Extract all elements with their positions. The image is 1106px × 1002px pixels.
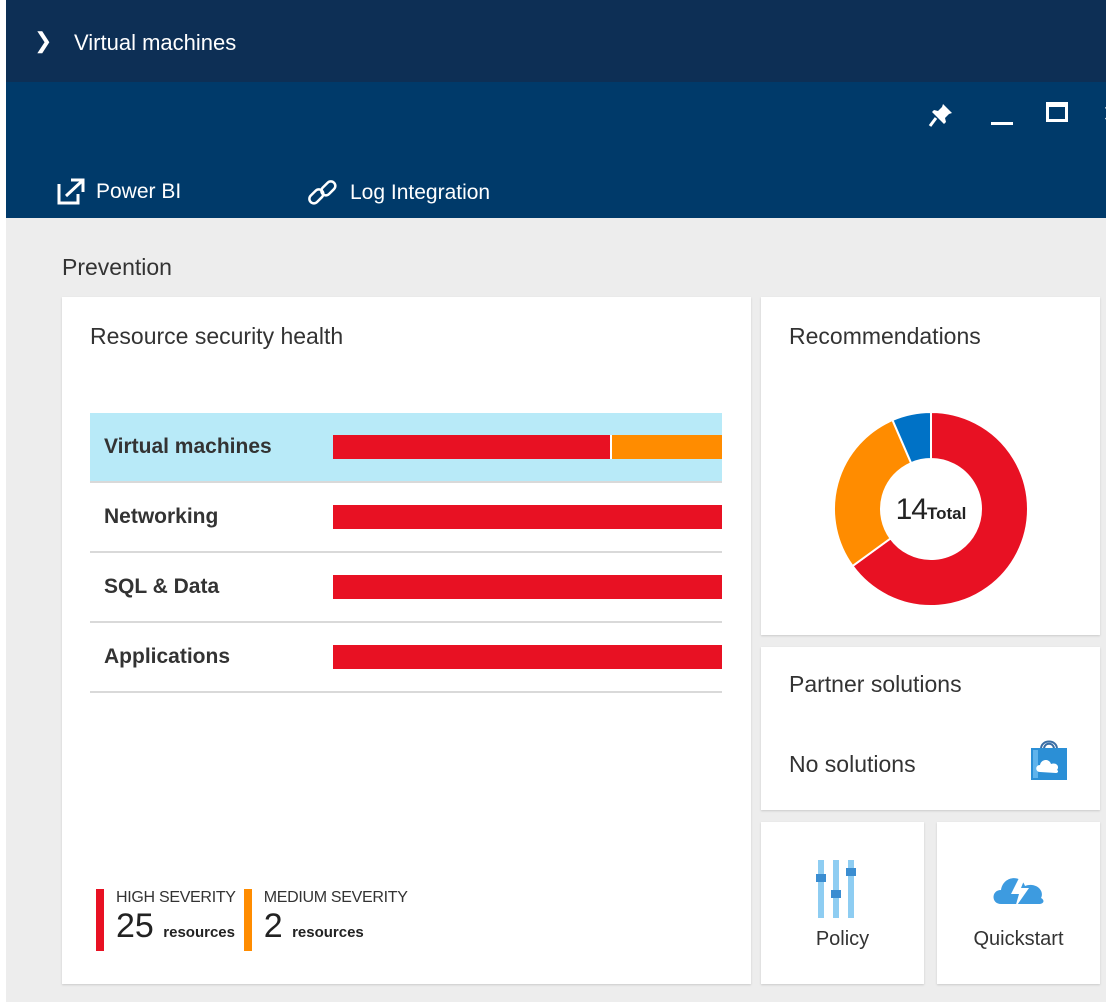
health-row-virtual-machines[interactable]: Virtual machines	[90, 413, 722, 483]
total-count: 14	[895, 493, 928, 526]
minimize-icon[interactable]	[991, 122, 1013, 125]
high-severity-segment	[333, 435, 610, 459]
severity-bar	[333, 505, 722, 529]
total-label: Total	[927, 504, 967, 523]
log-integration-button[interactable]: Log Integration	[306, 178, 490, 208]
medium-severity-count: 2	[263, 907, 283, 945]
quickstart-label: Quickstart	[973, 928, 1064, 950]
high-severity-segment	[333, 505, 722, 529]
medium-severity-legend: MEDIUM SEVERITY 2 resources	[243, 889, 408, 952]
command-band: ✕ Power BI Log Integration	[6, 82, 1106, 218]
severity-bar	[333, 435, 722, 459]
severity-legend: HIGH SEVERITY 25 resources MEDIUM SEVERI…	[96, 889, 416, 952]
pin-icon[interactable]	[928, 102, 954, 133]
blade-frame: ❯ Virtual machines ✕ Power BI Log Integr…	[0, 0, 1106, 1002]
section-title: Prevention	[62, 254, 172, 280]
row-label: Virtual machines	[104, 435, 272, 458]
high-severity-segment	[333, 645, 722, 669]
donut-center-label: 14Total	[831, 493, 1031, 527]
title-bar: ❯ Virtual machines	[6, 0, 1106, 82]
high-severity-label: HIGH SEVERITY	[116, 889, 236, 906]
partner-status: No solutions	[789, 751, 916, 777]
medium-severity-unit: resources	[292, 924, 364, 941]
cloud-lightning-icon	[993, 878, 1044, 908]
recommendations-card[interactable]: Recommendations 14Total	[761, 297, 1100, 635]
health-row-applications[interactable]: Applications	[90, 623, 722, 693]
row-label: Applications	[104, 645, 231, 668]
health-row-sql-data[interactable]: SQL & Data	[90, 553, 722, 623]
health-row-networking[interactable]: Networking	[90, 483, 722, 553]
chevron-right-icon[interactable]: ❯	[34, 30, 52, 52]
resource-security-health-card[interactable]: Resource security health Virtual machine…	[62, 297, 751, 984]
blade-title: Virtual machines	[74, 30, 237, 55]
row-label: SQL & Data	[104, 575, 220, 598]
medium-severity-label: MEDIUM SEVERITY	[263, 889, 408, 906]
power-bi-label: Power BI	[96, 180, 182, 203]
close-icon[interactable]: ✕	[1102, 100, 1106, 129]
severity-bar	[333, 575, 722, 599]
power-bi-button[interactable]: Power BI	[56, 178, 181, 206]
medium-severity-segment	[609, 435, 722, 459]
partner-solutions-card[interactable]: Partner solutions No solutions	[761, 647, 1100, 810]
policy-tile[interactable]: Policy	[761, 822, 924, 984]
card-title: Recommendations	[789, 323, 981, 349]
high-severity-swatch	[96, 889, 104, 951]
policy-sliders-icon	[816, 860, 856, 918]
policy-label: Policy	[815, 928, 870, 950]
high-severity-unit: resources	[163, 924, 235, 941]
high-severity-segment	[333, 575, 722, 599]
open-external-icon	[57, 178, 85, 205]
severity-bar	[333, 645, 722, 669]
card-title: Partner solutions	[789, 671, 962, 697]
card-title: Resource security health	[90, 323, 344, 349]
shopping-bag-cloud-icon	[1031, 740, 1067, 780]
row-label: Networking	[104, 505, 219, 528]
log-integration-label: Log Integration	[350, 181, 491, 204]
high-severity-count: 25	[116, 907, 154, 945]
link-icon	[308, 180, 337, 205]
maximize-icon[interactable]	[1046, 102, 1068, 122]
medium-severity-swatch	[243, 889, 252, 951]
high-severity-legend: HIGH SEVERITY 25 resources	[96, 889, 236, 952]
quickstart-tile[interactable]: Quickstart	[937, 822, 1100, 984]
